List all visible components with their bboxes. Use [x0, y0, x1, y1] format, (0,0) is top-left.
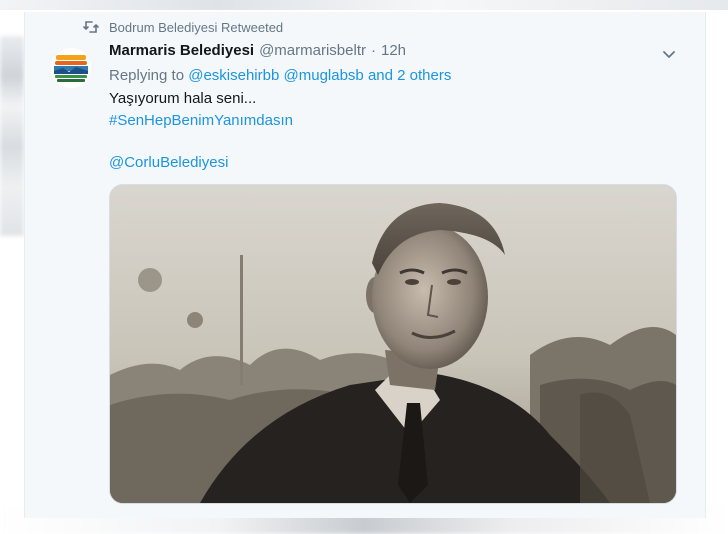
replying-to-line: Replying to @eskisehirbb @muglabsb and 2… — [109, 67, 451, 84]
mention-link[interactable]: @CorluBelediyesi — [109, 154, 228, 171]
reply-mention-link[interactable]: @eskisehirbb — [188, 67, 279, 84]
chevron-down-icon[interactable] — [661, 46, 677, 62]
hashtag-link[interactable]: #SenHepBenimYanımdasın — [109, 112, 293, 129]
reply-others-link[interactable]: and 2 others — [368, 67, 451, 84]
background-blur-top — [0, 0, 728, 10]
tweet-card[interactable]: Bodrum Belediyesi Retweeted Marmaris Bel… — [24, 12, 706, 518]
avatar[interactable] — [51, 48, 91, 88]
retweet-context-text[interactable]: Bodrum Belediyesi Retweeted — [109, 20, 283, 35]
timestamp[interactable]: 12h — [381, 42, 406, 59]
retweet-context: Bodrum Belediyesi Retweeted — [83, 18, 283, 36]
separator-dot: · — [370, 42, 376, 59]
replying-to-label: Replying to — [109, 67, 185, 84]
background-blur-left — [0, 36, 24, 236]
logo-icon — [51, 48, 91, 88]
reply-mention-link[interactable]: @muglabsb — [284, 67, 364, 84]
retweet-icon — [83, 20, 99, 34]
display-name[interactable]: Marmaris Belediyesi — [109, 42, 254, 59]
tweet-text: Yaşıyorum hala seni... — [109, 90, 257, 107]
tweet-photo[interactable] — [109, 184, 677, 504]
tweet-header: Marmaris Belediyesi @marmarisbeltr · 12h — [109, 42, 406, 59]
portrait-image — [110, 185, 676, 503]
user-handle[interactable]: @marmarisbeltr — [259, 42, 366, 59]
